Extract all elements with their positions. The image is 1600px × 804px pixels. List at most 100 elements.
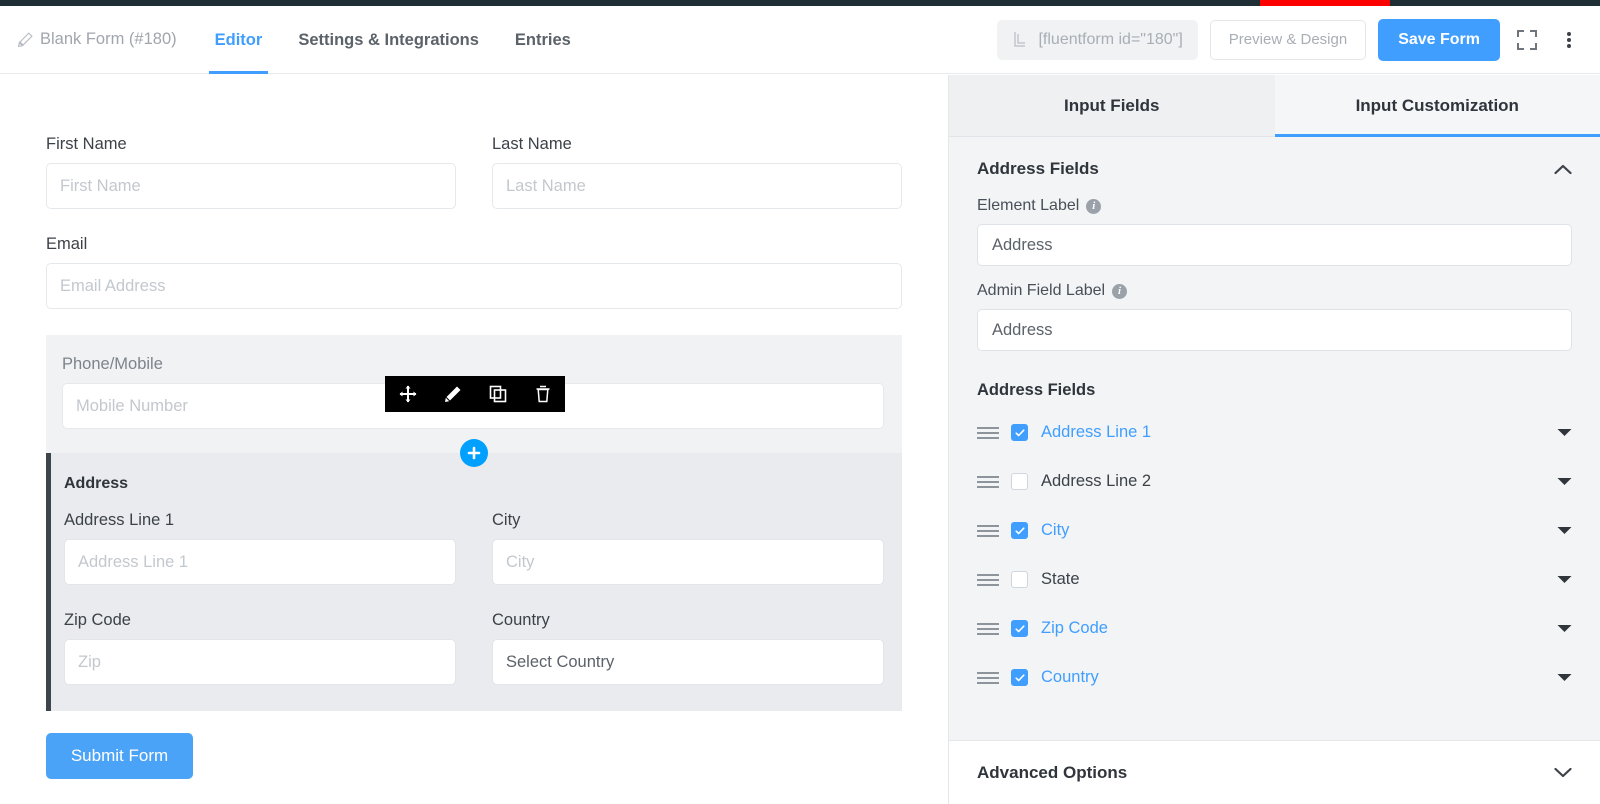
- city-checkbox[interactable]: [1011, 522, 1028, 539]
- chevron-down-icon[interactable]: [1557, 477, 1572, 486]
- list-item[interactable]: State: [977, 555, 1572, 604]
- shortcode-copy-icon: [1014, 31, 1026, 47]
- add-field-button[interactable]: [460, 439, 488, 467]
- edit-field-button[interactable]: [430, 376, 475, 412]
- check-icon: [1014, 624, 1025, 632]
- list-item[interactable]: Zip Code: [977, 604, 1572, 653]
- panel-content: Address Fields Element Label i Address A…: [949, 137, 1600, 740]
- duplicate-field-button[interactable]: [475, 376, 520, 412]
- submit-form-button[interactable]: Submit Form: [46, 733, 193, 779]
- address-fields-section-header[interactable]: Address Fields: [949, 137, 1600, 197]
- field-label: Phone/Mobile: [62, 355, 163, 373]
- list-item-label: State: [1041, 570, 1080, 588]
- field-phone-mobile-block[interactable]: Phone/Mobile Mobile Number: [46, 335, 902, 467]
- shortcode-text: [fluentform id="180"]: [1038, 30, 1183, 48]
- shortcode-field[interactable]: [fluentform id="180"]: [997, 19, 1198, 60]
- info-icon[interactable]: i: [1086, 198, 1102, 214]
- chevron-down-icon[interactable]: [1557, 526, 1572, 535]
- element-label-field: Element Label i Address: [949, 197, 1600, 266]
- address-fields-list-title: Address Fields: [977, 381, 1096, 399]
- chevron-down-icon[interactable]: [1557, 673, 1572, 682]
- field-label: Email: [46, 235, 88, 253]
- field-label: Address Line 1: [64, 511, 175, 529]
- move-icon: [399, 385, 416, 403]
- admin-field-label-caption: Admin Field Label i: [977, 282, 1572, 300]
- last-name-input[interactable]: Last Name: [492, 163, 902, 209]
- panel-tab-input-fields[interactable]: Input Fields: [949, 75, 1275, 137]
- drag-handle-icon[interactable]: [977, 671, 1011, 684]
- field-hover-toolbar: [385, 376, 565, 412]
- panel-tab-input-customization[interactable]: Input Customization: [1274, 75, 1600, 137]
- admin-field-label-input[interactable]: Address: [977, 309, 1572, 351]
- city-input[interactable]: City: [492, 539, 884, 585]
- list-item[interactable]: City: [977, 506, 1572, 555]
- save-form-button[interactable]: Save Form: [1378, 18, 1500, 61]
- form-title-editable[interactable]: Blank Form (#180): [18, 30, 177, 49]
- drag-handle-icon[interactable]: [977, 622, 1011, 635]
- plus-icon: [467, 446, 481, 460]
- form-editor-canvas: First Name First Name Last Name Last Nam…: [0, 75, 948, 804]
- email-input[interactable]: Email Address: [46, 263, 902, 309]
- check-icon: [1014, 673, 1025, 681]
- form-preview: First Name First Name Last Name Last Nam…: [46, 135, 902, 779]
- field-email: Email Email Address: [46, 235, 902, 309]
- country-checkbox[interactable]: [1011, 669, 1028, 686]
- list-item[interactable]: Address Line 1: [977, 408, 1572, 457]
- field-city: City City: [492, 511, 884, 585]
- tab-editor[interactable]: Editor: [197, 6, 281, 74]
- panel-tab-bar: Input Fields Input Customization: [949, 75, 1600, 137]
- chevron-down-icon[interactable]: [1554, 767, 1572, 778]
- field-address-line-1: Address Line 1 Address Line 1: [64, 511, 456, 585]
- header-nav-tabs: Editor Settings & Integrations Entries: [197, 6, 589, 74]
- address-line-2-checkbox[interactable]: [1011, 473, 1028, 490]
- address-row-2: Zip Code Zip Country Select Country: [64, 611, 884, 685]
- name-row: First Name First Name Last Name Last Nam…: [46, 135, 902, 209]
- country-select[interactable]: Select Country: [492, 639, 884, 685]
- list-item[interactable]: Country: [977, 653, 1572, 702]
- kebab-menu-icon: [1567, 31, 1571, 48]
- app-header: Blank Form (#180) Editor Settings & Inte…: [0, 6, 1600, 74]
- preview-design-button[interactable]: Preview & Design: [1209, 19, 1367, 60]
- field-label: Country: [492, 611, 550, 629]
- advanced-options-label: Advanced Options: [977, 762, 1128, 782]
- chevron-down-icon[interactable]: [1557, 428, 1572, 437]
- admin-field-label-text: Admin Field Label: [977, 282, 1106, 299]
- address-row-1: Address Line 1 Address Line 1 City City: [64, 511, 884, 585]
- address-block-title: Address: [64, 475, 129, 492]
- chevron-up-icon[interactable]: [1554, 164, 1572, 175]
- drag-handle-icon[interactable]: [977, 573, 1011, 586]
- more-options-button[interactable]: [1554, 25, 1584, 55]
- form-title-text: Blank Form (#180): [40, 30, 177, 48]
- move-field-button[interactable]: [385, 376, 430, 412]
- zip-code-input[interactable]: Zip: [64, 639, 456, 685]
- field-address-block-selected[interactable]: Address Address Line 1 Address Line 1 Ci…: [46, 453, 902, 711]
- delete-field-button[interactable]: [520, 376, 565, 412]
- list-item-label: Country: [1041, 668, 1099, 686]
- field-label: Last Name: [492, 135, 572, 153]
- advanced-options-section[interactable]: Advanced Options: [949, 740, 1600, 804]
- element-label-input[interactable]: Address: [977, 224, 1572, 266]
- element-label-caption: Element Label i: [977, 197, 1572, 215]
- address-fields-list: Address Line 1 Address Line 2 City State…: [949, 408, 1600, 702]
- drag-handle-icon[interactable]: [977, 524, 1011, 537]
- tab-entries[interactable]: Entries: [497, 6, 589, 74]
- tab-settings-integrations[interactable]: Settings & Integrations: [280, 6, 497, 74]
- address-line-1-checkbox[interactable]: [1011, 424, 1028, 441]
- field-zip-code: Zip Code Zip: [64, 611, 456, 685]
- header-actions: [fluentform id="180"] Preview & Design S…: [997, 18, 1600, 61]
- zip-code-checkbox[interactable]: [1011, 620, 1028, 637]
- drag-handle-icon[interactable]: [977, 475, 1011, 488]
- info-icon[interactable]: i: [1112, 283, 1128, 299]
- chevron-down-icon[interactable]: [1557, 624, 1572, 633]
- pencil-icon: [18, 32, 33, 47]
- first-name-input[interactable]: First Name: [46, 163, 456, 209]
- field-country: Country Select Country: [492, 611, 884, 685]
- chevron-down-icon[interactable]: [1557, 575, 1572, 584]
- drag-handle-icon[interactable]: [977, 426, 1011, 439]
- address-line-1-input[interactable]: Address Line 1: [64, 539, 456, 585]
- state-checkbox[interactable]: [1011, 571, 1028, 588]
- fullscreen-button[interactable]: [1512, 25, 1542, 55]
- field-label: Zip Code: [64, 611, 131, 629]
- check-icon: [1014, 526, 1025, 534]
- list-item[interactable]: Address Line 2: [977, 457, 1572, 506]
